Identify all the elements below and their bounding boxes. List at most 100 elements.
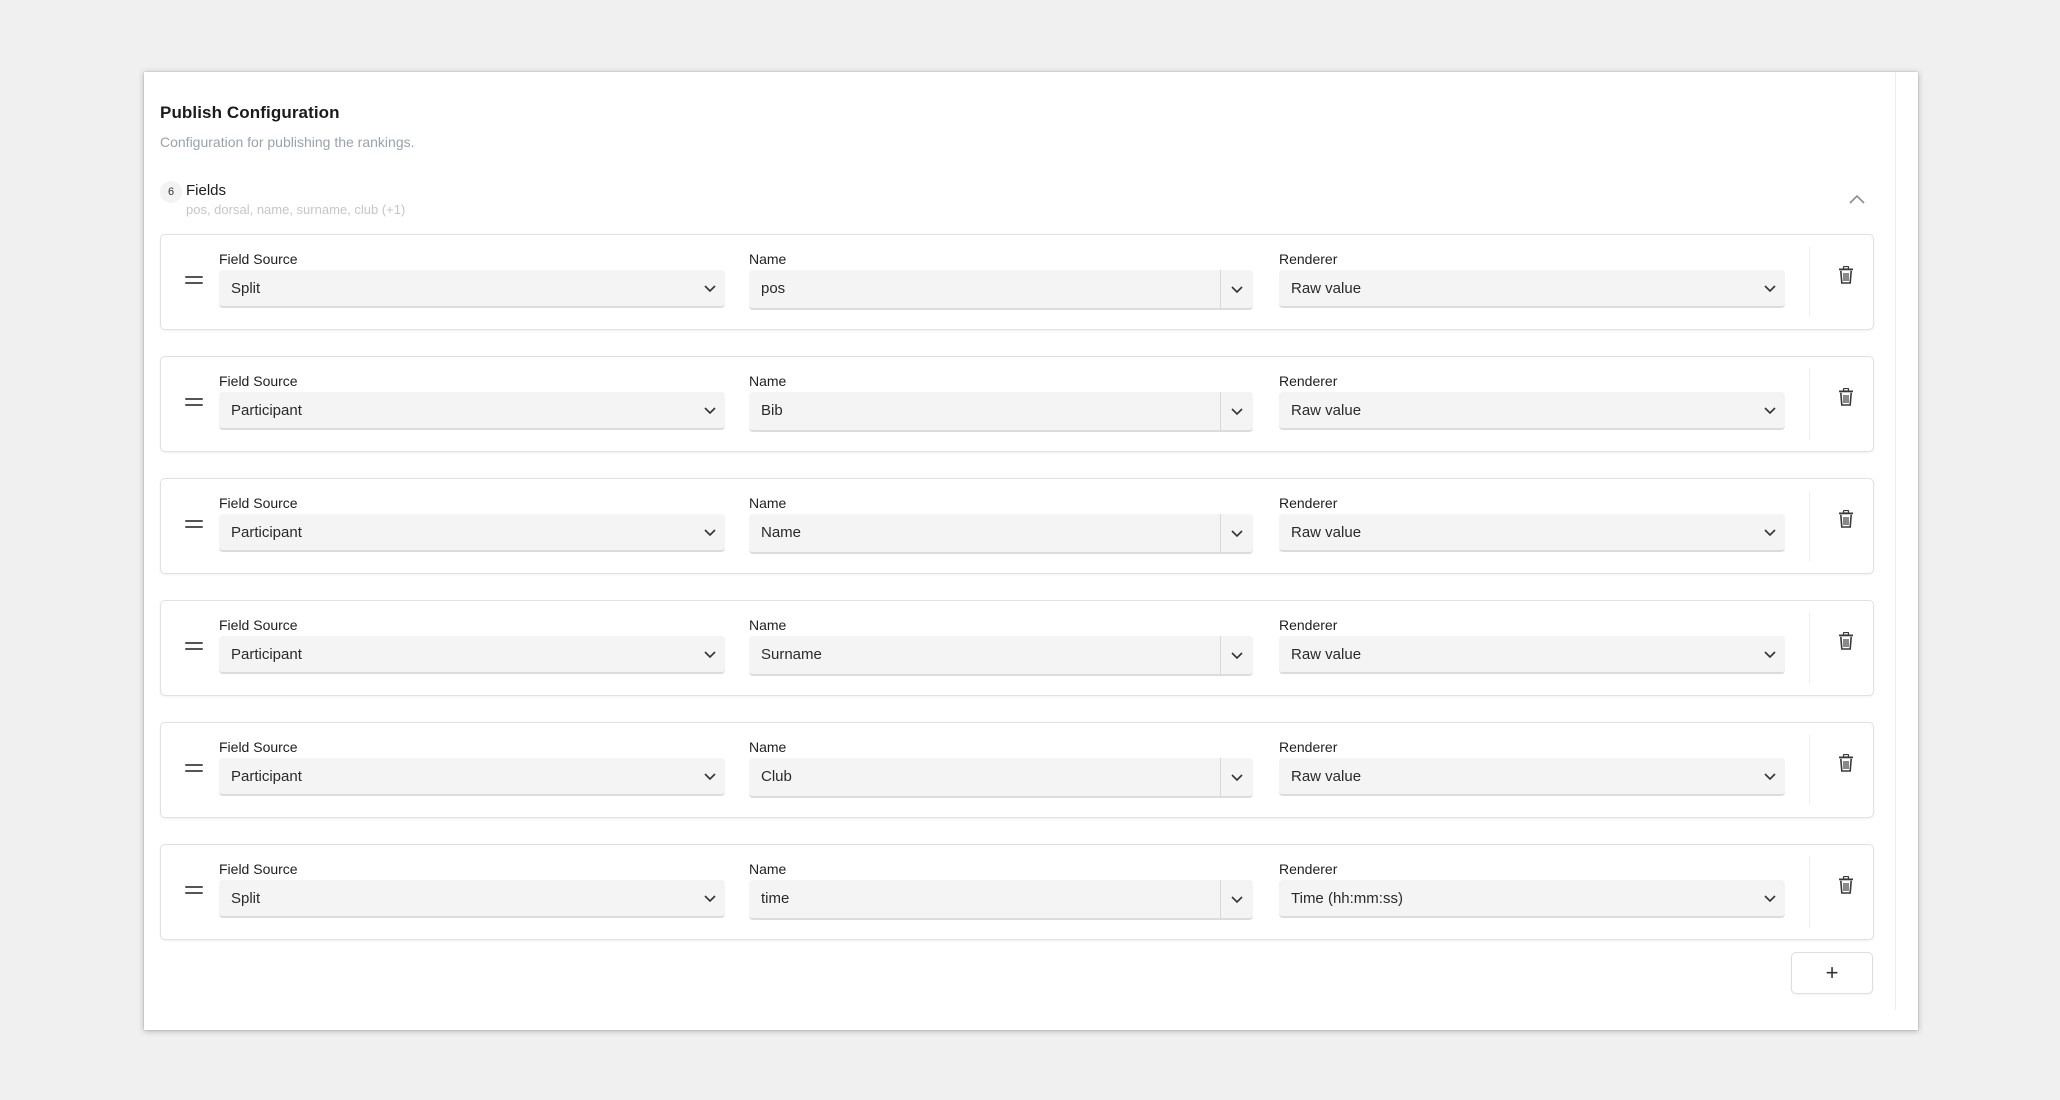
name-input[interactable] [749,392,1219,428]
field-source-value: Participant [231,524,302,541]
field-source-group: Field Source Split [219,250,725,308]
renderer-select[interactable]: Raw value [1279,758,1785,796]
name-combobox [749,514,1253,554]
renderer-select[interactable]: Raw value [1279,270,1785,308]
field-source-value: Participant [231,646,302,663]
renderer-label: Renderer [1279,617,1338,633]
trash-icon [1839,876,1853,894]
collapse-fields-button[interactable] [1842,186,1872,212]
panel-edge-divider [1895,72,1896,1010]
field-source-group: Field Source Participant [219,372,725,430]
chevron-down-icon [1764,285,1776,293]
drag-handle-icon[interactable] [185,761,203,775]
add-field-button[interactable]: + [1791,952,1873,994]
renderer-value: Raw value [1291,280,1362,297]
field-source-select[interactable]: Participant [219,758,725,796]
chevron-down-icon [704,895,716,903]
renderer-select[interactable]: Raw value [1279,514,1785,552]
name-input[interactable] [749,636,1219,672]
section-subtitle: Configuration for publishing the ranking… [160,134,415,150]
name-input[interactable] [749,880,1219,916]
name-dropdown-toggle[interactable] [1220,758,1253,796]
name-dropdown-toggle[interactable] [1220,880,1253,918]
renderer-group: Renderer Raw value [1279,738,1785,796]
delete-field-button[interactable] [1835,507,1857,531]
field-source-select[interactable]: Participant [219,392,725,430]
name-group: Name [749,616,1253,676]
renderer-select[interactable]: Raw value [1279,636,1785,674]
renderer-label: Renderer [1279,861,1338,877]
fields-count-badge: 6 [160,181,182,203]
name-label: Name [749,251,787,267]
field-row: Field Source Participant Name Renderer [160,478,1874,574]
trash-icon [1839,510,1853,528]
name-group: Name [749,494,1253,554]
name-dropdown-toggle[interactable] [1220,514,1253,552]
row-divider [1809,735,1810,805]
name-combobox [749,636,1253,676]
field-source-group: Field Source Split [219,860,725,918]
publish-configuration-panel: Publish Configuration Configuration for … [144,72,1918,1030]
chevron-down-icon [1764,651,1776,659]
renderer-group: Renderer Raw value [1279,372,1785,430]
delete-field-button[interactable] [1835,385,1857,409]
chevron-down-icon [1231,286,1243,294]
drag-handle-icon[interactable] [185,395,203,409]
trash-icon [1839,266,1853,284]
field-source-select[interactable]: Split [219,270,725,308]
name-label: Name [749,739,787,755]
delete-field-button[interactable] [1835,263,1857,287]
field-source-label: Field Source [219,861,298,877]
renderer-value: Time (hh:mm:ss) [1291,890,1403,907]
name-input[interactable] [749,758,1219,794]
name-label: Name [749,861,787,877]
fields-header: 6 Fields pos, dorsal, name, surname, clu… [160,180,1872,226]
drag-handle-icon[interactable] [185,273,203,287]
delete-field-button[interactable] [1835,629,1857,653]
field-row: Field Source Split Name Renderer [160,844,1874,940]
trash-icon [1839,388,1853,406]
drag-handle-icon[interactable] [185,883,203,897]
trash-icon [1839,632,1853,650]
field-source-value: Split [231,890,261,907]
field-source-value: Participant [231,402,302,419]
name-dropdown-toggle[interactable] [1220,270,1253,308]
name-group: Name [749,250,1253,310]
renderer-label: Renderer [1279,251,1338,267]
name-label: Name [749,373,787,389]
chevron-down-icon [704,407,716,415]
name-group: Name [749,860,1253,920]
field-source-value: Split [231,280,261,297]
field-row: Field Source Participant Name Renderer [160,600,1874,696]
field-source-select[interactable]: Participant [219,514,725,552]
field-source-label: Field Source [219,251,298,267]
field-source-select[interactable]: Participant [219,636,725,674]
delete-field-button[interactable] [1835,751,1857,775]
chevron-down-icon [1231,774,1243,782]
name-combobox [749,392,1253,432]
name-dropdown-toggle[interactable] [1220,392,1253,430]
renderer-group: Renderer Raw value [1279,616,1785,674]
field-row: Field Source Participant Name Renderer [160,722,1874,818]
field-source-select[interactable]: Split [219,880,725,918]
renderer-select[interactable]: Time (hh:mm:ss) [1279,880,1785,918]
name-input[interactable] [749,514,1219,550]
chevron-up-icon [1849,194,1865,204]
field-source-label: Field Source [219,495,298,511]
row-divider [1809,369,1810,439]
delete-field-button[interactable] [1835,873,1857,897]
chevron-down-icon [704,285,716,293]
drag-handle-icon[interactable] [185,639,203,653]
field-source-label: Field Source [219,739,298,755]
drag-handle-icon[interactable] [185,517,203,531]
name-input[interactable] [749,270,1219,306]
chevron-down-icon [1231,530,1243,538]
renderer-value: Raw value [1291,524,1362,541]
renderer-group: Renderer Raw value [1279,494,1785,552]
name-combobox [749,270,1253,310]
renderer-select[interactable]: Raw value [1279,392,1785,430]
name-dropdown-toggle[interactable] [1220,636,1253,674]
row-divider [1809,857,1810,927]
trash-icon [1839,754,1853,772]
chevron-down-icon [1231,896,1243,904]
